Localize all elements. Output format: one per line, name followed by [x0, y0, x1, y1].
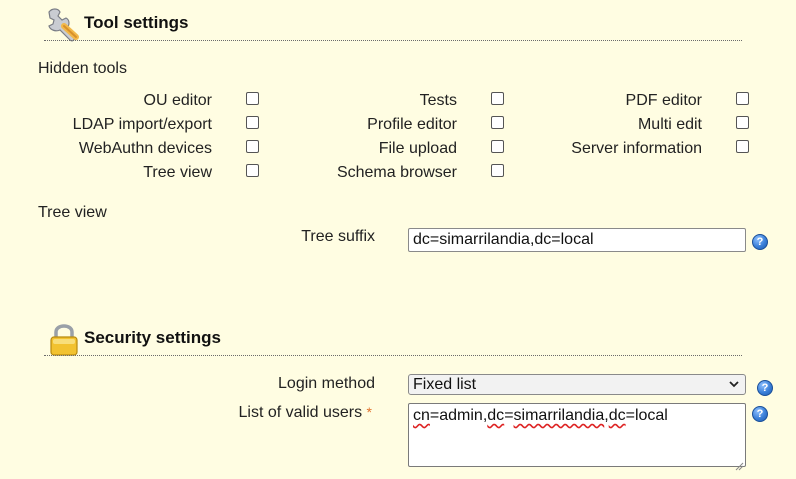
tool-label-ou-editor: OU editor — [143, 92, 212, 109]
tool-label-file-upload: File upload — [378, 140, 457, 157]
checkbox-webauthn-devices[interactable] — [246, 140, 259, 153]
security-settings-icon — [48, 322, 80, 356]
checkbox-multi-edit[interactable] — [736, 116, 749, 129]
login-method-value: Fixed list — [413, 376, 477, 393]
tool-settings-icon — [44, 6, 82, 42]
valid-users-textarea[interactable]: cn=admin,dc=simarrilandia,dc=local — [408, 403, 746, 471]
checkbox-tree-view[interactable] — [246, 164, 259, 177]
login-method-select[interactable]: Fixed list — [408, 374, 746, 395]
login-method-label: Login method — [278, 375, 375, 392]
chevron-down-icon — [729, 375, 739, 398]
checkbox-tests[interactable] — [491, 92, 504, 105]
checkbox-ldap-import-export[interactable] — [246, 116, 259, 129]
hidden-tools-label: Hidden tools — [38, 60, 127, 77]
valid-users-part-dc: dc — [487, 407, 505, 424]
valid-users-label: List of valid users — [238, 404, 363, 421]
login-method-help-icon[interactable]: ? — [757, 380, 773, 396]
checkbox-profile-editor[interactable] — [491, 116, 504, 129]
valid-users-part-dc2: dc — [608, 407, 626, 424]
valid-users-part-domain: simarrilandia — [513, 407, 605, 424]
tool-label-multi-edit: Multi edit — [637, 116, 702, 133]
padlock-icon — [50, 324, 78, 356]
tool-settings-title: Tool settings — [84, 13, 189, 32]
checkbox-pdf-editor[interactable] — [736, 92, 749, 105]
checkbox-ou-editor[interactable] — [246, 92, 259, 105]
checkbox-schema-browser[interactable] — [491, 164, 504, 177]
tool-label-webauthn-devices: WebAuthn devices — [78, 140, 212, 157]
valid-users-part-cn: cn — [413, 407, 430, 424]
tool-label-profile-editor: Profile editor — [367, 116, 457, 133]
tool-label-pdf-editor: PDF editor — [625, 92, 702, 109]
tree-suffix-input[interactable] — [408, 228, 746, 252]
valid-users-part: =admin, — [429, 407, 488, 424]
valid-users-help-icon[interactable]: ? — [752, 406, 768, 422]
tool-label-tree-view: Tree view — [143, 164, 212, 181]
tree-suffix-help-icon[interactable]: ? — [752, 234, 768, 250]
security-settings-divider — [44, 355, 742, 356]
tool-label-schema-browser: Schema browser — [336, 164, 457, 181]
resize-handle-icon[interactable] — [734, 455, 744, 471]
tree-suffix-label: Tree suffix — [301, 228, 375, 245]
tool-label-server-information: Server information — [571, 140, 702, 157]
wrench-icon — [48, 8, 79, 42]
tool-label-ldap-import-export: LDAP import/export — [72, 116, 212, 133]
tool-label-tests: Tests — [419, 92, 457, 109]
valid-users-label-wrap: List of valid users * — [238, 404, 372, 422]
security-settings-title: Security settings — [84, 328, 221, 347]
checkbox-server-information[interactable] — [736, 140, 749, 153]
tool-settings-divider — [44, 40, 742, 41]
required-marker: * — [366, 404, 372, 420]
tree-view-section-label: Tree view — [38, 204, 107, 221]
checkbox-file-upload[interactable] — [491, 140, 504, 153]
valid-users-part: = — [504, 407, 514, 424]
valid-users-part: =local — [625, 407, 668, 424]
